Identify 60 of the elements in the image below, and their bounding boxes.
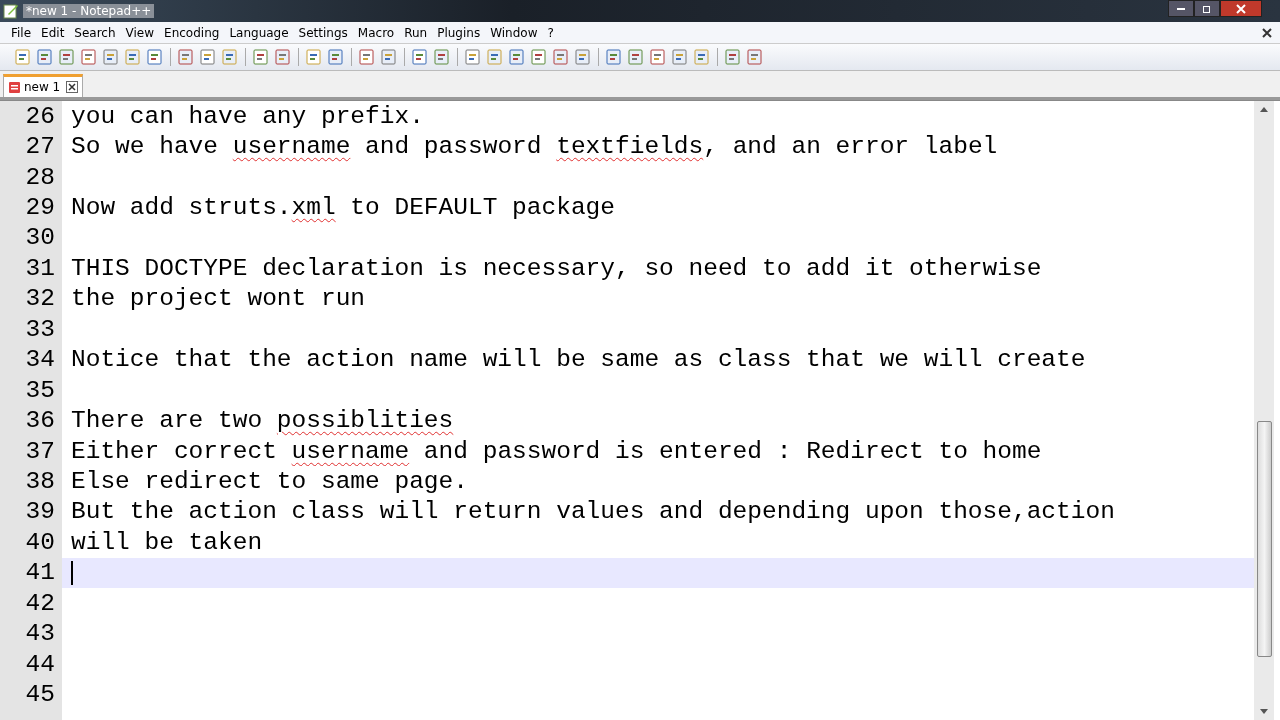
line-number: 39: [24, 498, 56, 526]
minimize-button[interactable]: [1168, 0, 1194, 17]
text-line: THIS DOCTYPE declaration is necessary, so need to add it otherwise: [71, 254, 1042, 282]
menu-item[interactable]: Window: [485, 25, 543, 40]
restore-icon: [1202, 3, 1212, 14]
text-line: So we have username and password textfields, and an error label: [71, 133, 998, 161]
menu-item[interactable]: Search: [69, 25, 121, 40]
app-icon: [3, 3, 19, 19]
line-number: 40: [24, 528, 56, 556]
text-line: Now add struts.xml to DEFAULT package: [71, 194, 615, 222]
text-caret: [71, 560, 73, 585]
close-icon: [1236, 3, 1246, 14]
line-number: 29: [24, 194, 56, 222]
window-title: *new 1 - Notepad++: [23, 4, 155, 18]
menu-item[interactable]: File: [6, 25, 37, 40]
scroll-up-icon[interactable]: [1259, 105, 1269, 113]
document-tab[interactable]: new 1: [3, 74, 84, 97]
line-number: 38: [24, 467, 56, 495]
menu-item[interactable]: View: [120, 25, 160, 40]
line-number: 45: [24, 681, 56, 709]
line-number: 36: [24, 407, 56, 435]
text-line: the project wont run: [71, 285, 366, 313]
line-number: 30: [24, 224, 56, 252]
line-number: 43: [24, 620, 56, 648]
line-number: 35: [24, 376, 56, 404]
line-number: 31: [24, 254, 56, 282]
line-number: 44: [24, 650, 56, 678]
line-number: 37: [24, 437, 56, 465]
menu-item[interactable]: ?: [542, 25, 559, 40]
menu-item[interactable]: Run: [399, 25, 433, 40]
line-number: 42: [24, 589, 56, 617]
close-icon[interactable]: [1262, 27, 1272, 38]
text-line: There are two possiblities: [71, 407, 454, 435]
scrollbar-thumb[interactable]: [1256, 421, 1272, 657]
line-number: 34: [24, 346, 56, 374]
menu-item[interactable]: Encoding: [159, 25, 225, 40]
line-number: 27: [24, 133, 56, 161]
line-number: 26: [24, 102, 56, 130]
line-number: 41: [24, 559, 56, 587]
minimize-icon: [1177, 7, 1185, 10]
text-line: will be taken: [71, 528, 263, 556]
close-icon[interactable]: [66, 81, 79, 93]
close-button[interactable]: [1220, 0, 1262, 17]
menu-item[interactable]: Macro: [352, 25, 400, 40]
maximize-button[interactable]: [1194, 0, 1220, 17]
file-icon: [8, 80, 21, 94]
vertical-scrollbar[interactable]: [1254, 101, 1274, 720]
text-line: Else redirect to same page.: [71, 467, 468, 495]
text-line: But the action class will return values and depending upon those,action: [71, 498, 1115, 526]
scroll-down-icon[interactable]: [1259, 708, 1269, 716]
menu-item[interactable]: Edit: [36, 25, 70, 40]
line-number: 33: [24, 315, 56, 343]
line-number: 28: [24, 163, 56, 191]
text-line: Either correct username and password is entered : Redirect to home: [71, 437, 1042, 465]
menu-item[interactable]: Plugins: [432, 25, 486, 40]
menu-item[interactable]: Settings: [293, 25, 353, 40]
menu-item[interactable]: Language: [224, 25, 294, 40]
line-number: 32: [24, 285, 56, 313]
text-line: Notice that the action name will be same as class that we will create: [71, 346, 1086, 374]
text-line: you can have any prefix.: [71, 102, 424, 130]
